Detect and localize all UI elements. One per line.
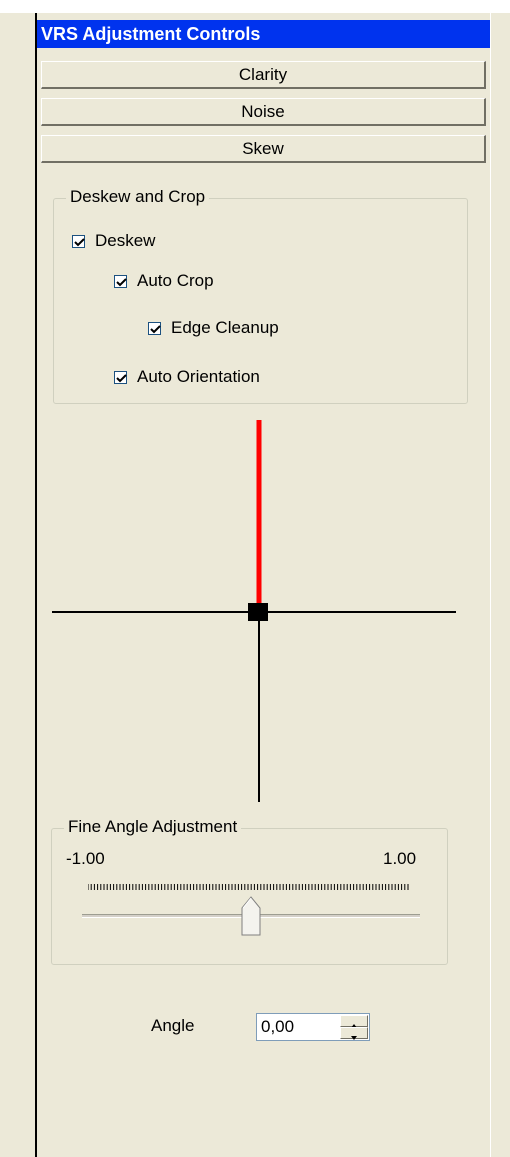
slider-min-label: -1.00 [66,849,105,868]
angle-spinner[interactable] [256,1013,370,1041]
fine-angle-group-title: Fine Angle Adjustment [64,817,242,837]
pivot-handle [248,603,268,621]
down-arrow-icon [351,1036,357,1040]
angle-input[interactable] [257,1014,343,1040]
angle-indicator[interactable] [0,0,510,820]
fine-angle-slider-thumb[interactable] [241,896,261,936]
angle-decrement-button[interactable] [340,1027,368,1040]
slider-max-label: 1.00 [383,849,417,868]
angle-label: Angle [151,1016,195,1035]
slider-ticks [88,884,409,890]
angle-increment-button[interactable] [340,1015,368,1028]
